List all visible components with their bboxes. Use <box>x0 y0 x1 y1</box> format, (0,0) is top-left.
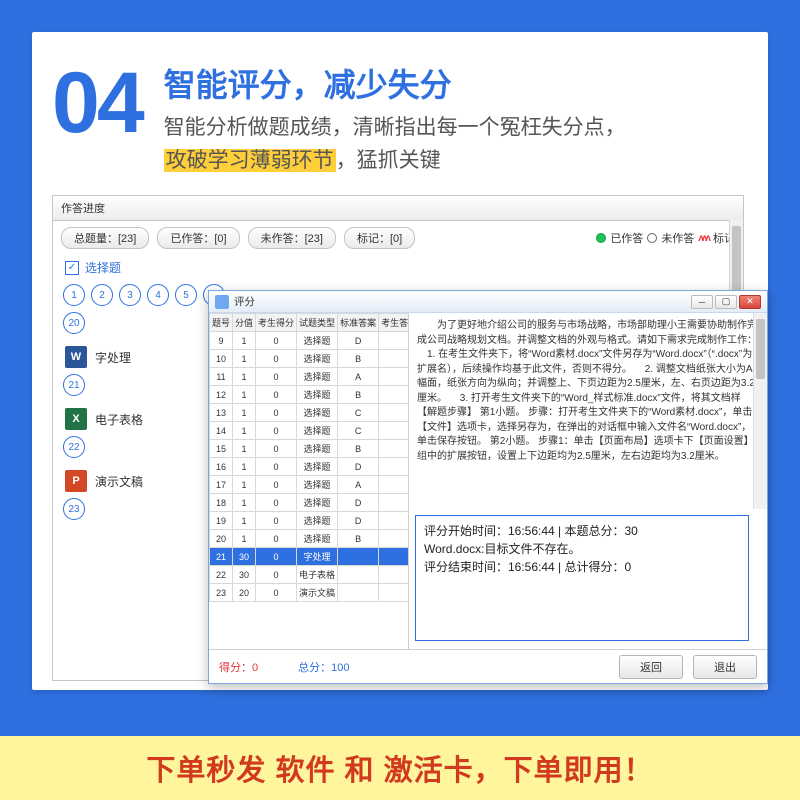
score-total: 总分：100 <box>298 659 349 675</box>
pill-done: 已作答：[0] <box>157 227 239 249</box>
promo-banner: 下单秒发 软件 和 激活卡，下单即用！ <box>0 736 800 800</box>
exit-button[interactable]: 退出 <box>693 655 757 679</box>
question-bubble[interactable]: 2 <box>91 284 113 306</box>
pill-total: 总题量：[23] <box>61 227 149 249</box>
dot-undone-icon <box>647 233 657 243</box>
score-grid-pane: 题号分值考生得分试题类型标准答案考生答910选择题D1010选择题B1110选择… <box>209 313 409 649</box>
feature-desc: 智能分析做题成绩，清晰指出每一个冤枉失分点， 攻破学习薄弱环节，猛抓关键 <box>164 112 626 177</box>
score-grid[interactable]: 题号分值考生得分试题类型标准答案考生答910选择题D1010选择题B1110选择… <box>209 313 409 602</box>
section-ppt-label: 演示文稿 <box>95 473 143 490</box>
grid-header: 题号 <box>210 314 233 332</box>
feature-number: 04 <box>52 60 142 146</box>
grid-header: 标准答案 <box>338 314 379 332</box>
grid-row[interactable]: 22300电子表格 <box>210 566 410 584</box>
description-pane: 为了更好地介绍公司的服务与市场战略，市场部助理小王需要协助制作完成公司战略规划文… <box>409 313 767 649</box>
question-description: 为了更好地介绍公司的服务与市场战略，市场部助理小王需要协助制作完成公司战略规划文… <box>417 319 759 515</box>
excel-icon: X <box>65 408 87 430</box>
dot-done-icon <box>596 233 606 243</box>
grid-row[interactable]: 1610选择题D <box>210 458 410 476</box>
feature-title: 智能评分，减少失分 <box>164 60 626 106</box>
grid-row[interactable]: 1110选择题A <box>210 368 410 386</box>
grid-row[interactable]: 1010选择题B <box>210 350 410 368</box>
score-footer: 得分：0 总分：100 返回 退出 <box>209 649 767 683</box>
scoring-dialog: 评分 ─ ▢ ✕ 题号分值考生得分试题类型标准答案考生答910选择题D1010选… <box>208 290 768 684</box>
grid-header: 考生答 <box>379 314 409 332</box>
grid-header: 试题类型 <box>297 314 338 332</box>
question-bubble[interactable]: 4 <box>147 284 169 306</box>
title-area: 智能评分，减少失分 智能分析做题成绩，清晰指出每一个冤枉失分点， 攻破学习薄弱环… <box>164 60 626 177</box>
grid-row[interactable]: 1210选择题B <box>210 386 410 404</box>
scoring-titlebar[interactable]: 评分 ─ ▢ ✕ <box>209 291 767 313</box>
grid-header: 考生得分 <box>256 314 297 332</box>
section-word-label: 字处理 <box>95 349 131 366</box>
ppt-icon: P <box>65 470 87 492</box>
mark-icon: ᴧᴧᴧ <box>698 233 709 244</box>
question-bubble[interactable]: 3 <box>119 284 141 306</box>
question-bubble[interactable]: 5 <box>175 284 197 306</box>
result-box: 评分开始时间：16:56:44 | 本题总分：30Word.docx:目标文件不… <box>415 515 749 641</box>
question-bubble[interactable]: 1 <box>63 284 85 306</box>
close-button[interactable]: ✕ <box>739 295 761 309</box>
word-icon: W <box>65 346 87 368</box>
grid-row[interactable]: 23200演示文稿 <box>210 584 410 602</box>
window-buttons: ─ ▢ ✕ <box>691 295 761 309</box>
grid-row[interactable]: 1510选择题B <box>210 440 410 458</box>
legend-done: 已作答 <box>610 230 643 246</box>
legend-undone: 未作答 <box>661 230 694 246</box>
grid-row[interactable]: 1810选择题D <box>210 494 410 512</box>
section-choice[interactable]: ✓ 选择题 <box>53 255 743 280</box>
grid-row[interactable]: 1710选择题A <box>210 476 410 494</box>
pill-marked: 标记：[0] <box>344 227 415 249</box>
grid-row[interactable]: 1910选择题D <box>210 512 410 530</box>
scoring-title: 评分 <box>234 294 255 309</box>
app-icon <box>215 295 229 309</box>
grid-row[interactable]: 1410选择题C <box>210 422 410 440</box>
question-bubble[interactable]: 22 <box>63 436 85 458</box>
check-icon: ✓ <box>65 261 79 275</box>
minimize-button[interactable]: ─ <box>691 295 713 309</box>
question-bubble[interactable]: 23 <box>63 498 85 520</box>
section-excel-label: 电子表格 <box>95 411 143 428</box>
section-choice-label: 选择题 <box>85 259 121 276</box>
pill-undone: 未作答：[23] <box>248 227 336 249</box>
progress-title: 作答进度 <box>53 196 743 221</box>
highlight-text: 攻破学习薄弱环节 <box>164 149 336 172</box>
desc-scrollbar[interactable] <box>753 313 767 509</box>
back-button[interactable]: 返回 <box>619 655 683 679</box>
question-bubble[interactable]: 21 <box>63 374 85 396</box>
score-got: 得分：0 <box>219 659 258 675</box>
grid-row[interactable]: 1310选择题C <box>210 404 410 422</box>
grid-header: 分值 <box>233 314 256 332</box>
headline: 04 智能评分，减少失分 智能分析做题成绩，清晰指出每一个冤枉失分点， 攻破学习… <box>52 60 748 177</box>
maximize-button[interactable]: ▢ <box>715 295 737 309</box>
grid-row[interactable]: 2010选择题B <box>210 530 410 548</box>
question-bubble[interactable]: 20 <box>63 312 85 334</box>
status-row: 总题量：[23] 已作答：[0] 未作答：[23] 标记：[0] 已作答 未作答… <box>53 221 743 255</box>
grid-row[interactable]: 21300字处理 <box>210 548 410 566</box>
legend: 已作答 未作答 ᴧᴧᴧ 标记 <box>596 227 735 249</box>
grid-row[interactable]: 910选择题D <box>210 332 410 350</box>
